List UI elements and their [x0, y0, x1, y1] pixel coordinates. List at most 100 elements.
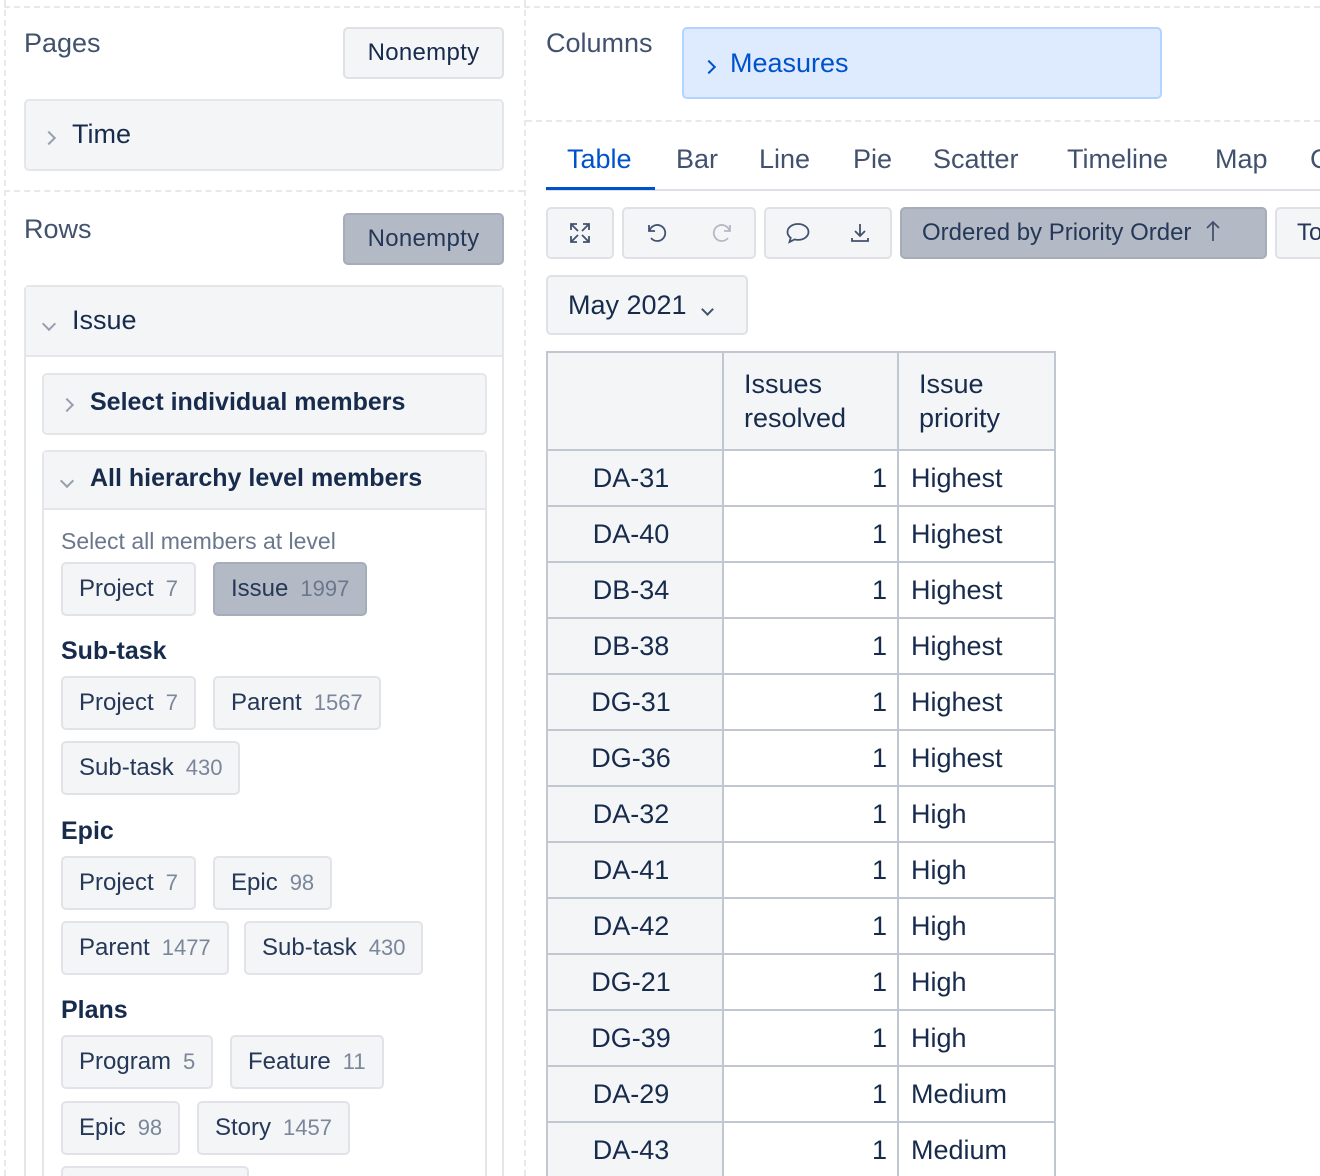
epic-level-epic-button[interactable]: Epic 98 [213, 856, 333, 910]
tab-line[interactable]: Line [759, 144, 810, 175]
row-header-cell[interactable]: DA-43 [546, 1121, 724, 1176]
all-hierarchy-level-members-header[interactable]: All hierarchy level members [44, 452, 485, 510]
measures-label: Measures [730, 47, 849, 78]
toolbar-more-button[interactable]: To [1275, 207, 1320, 259]
issue-priority-cell: Medium [897, 1121, 1056, 1176]
level-count: 7 [165, 576, 178, 601]
row-header-cell[interactable]: DA-32 [546, 785, 724, 843]
row-header-cell[interactable]: DG-31 [546, 673, 724, 731]
table-row: DA-32 1 High [546, 785, 1056, 843]
row-header-cell[interactable]: DB-38 [546, 617, 724, 675]
issue-dimension-label: Issue [72, 305, 137, 335]
level-count: 1457 [283, 1115, 332, 1140]
epic-level-subtask-button[interactable]: Sub-task 430 [244, 921, 424, 975]
epic-level-parent-button[interactable]: Parent 1477 [61, 921, 229, 975]
fullscreen-button[interactable] [546, 207, 614, 259]
row-header-cell[interactable]: DA-31 [546, 449, 724, 507]
issues-resolved-cell: 1 [722, 673, 899, 731]
time-dimension-panel[interactable]: Time [24, 99, 504, 171]
row-header-cell[interactable]: DA-40 [546, 505, 724, 563]
epic-level-project-button[interactable]: Project 7 [61, 856, 196, 910]
tab-bar[interactable]: Bar [676, 144, 718, 175]
plans-group-title: Plans [61, 996, 128, 1024]
issue-priority-cell: Highest [897, 729, 1056, 787]
chevron-down-icon [700, 290, 714, 321]
subtask-level-subtask-button[interactable]: Sub-task 430 [61, 741, 241, 795]
select-individual-members-panel[interactable]: Select individual members [42, 373, 487, 435]
toolbar-more-label: To [1297, 219, 1320, 246]
undo-icon[interactable] [624, 209, 689, 257]
page-filter-select[interactable]: May 2021 [546, 275, 748, 335]
rows-nonempty-button[interactable]: Nonempty [343, 213, 504, 265]
row-header-cell[interactable]: DA-42 [546, 897, 724, 955]
issues-resolved-cell: 1 [722, 729, 899, 787]
comment-icon[interactable] [766, 209, 830, 257]
table-row: DA-41 1 High [546, 841, 1056, 899]
row-header-cell[interactable]: DG-39 [546, 1009, 724, 1067]
tab-timeline[interactable]: Timeline [1067, 144, 1168, 175]
report-table: Issues resolved Issue priority DA-31 1 Hig… [546, 351, 1056, 1176]
pages-nonempty-button[interactable]: Nonempty [343, 27, 504, 79]
issue-priority-cell: Highest [897, 505, 1056, 563]
rows-label: Rows [24, 214, 92, 244]
level-count: 1567 [313, 690, 363, 715]
row-header-cell[interactable]: DG-21 [546, 953, 724, 1011]
level-count: 7 [165, 870, 178, 895]
issue-priority-cell: High [897, 785, 1056, 843]
row-header-cell[interactable]: DB-34 [546, 561, 724, 619]
row-header-cell[interactable]: DG-36 [546, 729, 724, 787]
row-header-cell[interactable]: DA-29 [546, 1065, 724, 1123]
level-count: 1477 [161, 935, 211, 960]
plans-level-story-button[interactable]: Story 1457 [197, 1101, 350, 1155]
issues-resolved-cell: 1 [722, 953, 899, 1011]
download-icon[interactable] [830, 209, 890, 257]
issue-dimension-header[interactable]: Issue [26, 287, 502, 357]
table-row: DA-29 1 Medium [546, 1065, 1056, 1123]
tab-table[interactable]: Table [567, 144, 632, 175]
top-border [4, 6, 1320, 8]
issues-resolved-cell: 1 [722, 785, 899, 843]
tab-map[interactable]: Map [1215, 144, 1268, 175]
chevron-right-icon [701, 48, 730, 79]
table-row: DA-42 1 High [546, 897, 1056, 955]
plans-level-more-button[interactable] [61, 1166, 249, 1176]
table-row: DA-43 1 Medium [546, 1121, 1056, 1176]
expand-icon [548, 209, 612, 257]
panel-divider [524, 0, 526, 1176]
pages-rows-divider [4, 190, 524, 192]
left-border [4, 0, 6, 1176]
issue-priority-header[interactable]: Issue priority [897, 351, 1056, 451]
issue-priority-cell: High [897, 1009, 1056, 1067]
issues-resolved-cell: 1 [722, 897, 899, 955]
select-all-hint: Select all members at level [61, 528, 336, 554]
plans-level-epic-button[interactable]: Epic 98 [61, 1101, 181, 1155]
tab-scatter[interactable]: Scatter [933, 144, 1019, 175]
level-issue-button[interactable]: Issue 1997 [213, 562, 368, 616]
pages-label: Pages [24, 28, 101, 58]
measures-dimension-panel[interactable]: Measures [682, 27, 1162, 99]
table-row: DB-34 1 Highest [546, 561, 1056, 619]
chevron-right-icon [59, 388, 90, 417]
row-header-cell[interactable]: DA-41 [546, 841, 724, 899]
issues-resolved-header[interactable]: Issues resolved [722, 351, 899, 451]
issues-resolved-cell: 1 [722, 617, 899, 675]
tab-pie[interactable]: Pie [853, 144, 892, 175]
tabs-baseline [546, 189, 1320, 191]
tab-more[interactable]: C [1310, 144, 1320, 175]
subtask-level-project-button[interactable]: Project 7 [61, 676, 196, 730]
subtask-group-title: Sub-task [61, 637, 167, 665]
issue-priority-cell: High [897, 897, 1056, 955]
order-by-button[interactable]: Ordered by Priority Order [900, 207, 1267, 259]
plans-level-program-button[interactable]: Program 5 [61, 1035, 214, 1089]
undo-redo-group [622, 207, 756, 259]
level-project-button[interactable]: Project 7 [61, 562, 196, 616]
chevron-down-icon [41, 305, 72, 336]
plans-level-feature-button[interactable]: Feature 11 [230, 1035, 384, 1089]
subtask-level-parent-button[interactable]: Parent 1567 [213, 676, 381, 730]
issue-priority-cell: Highest [897, 561, 1056, 619]
select-individual-members-label: Select individual members [90, 388, 406, 416]
table-row: DG-36 1 Highest [546, 729, 1056, 787]
redo-icon[interactable] [689, 209, 754, 257]
time-dimension-label: Time [72, 119, 131, 149]
issue-priority-cell: Highest [897, 617, 1056, 675]
